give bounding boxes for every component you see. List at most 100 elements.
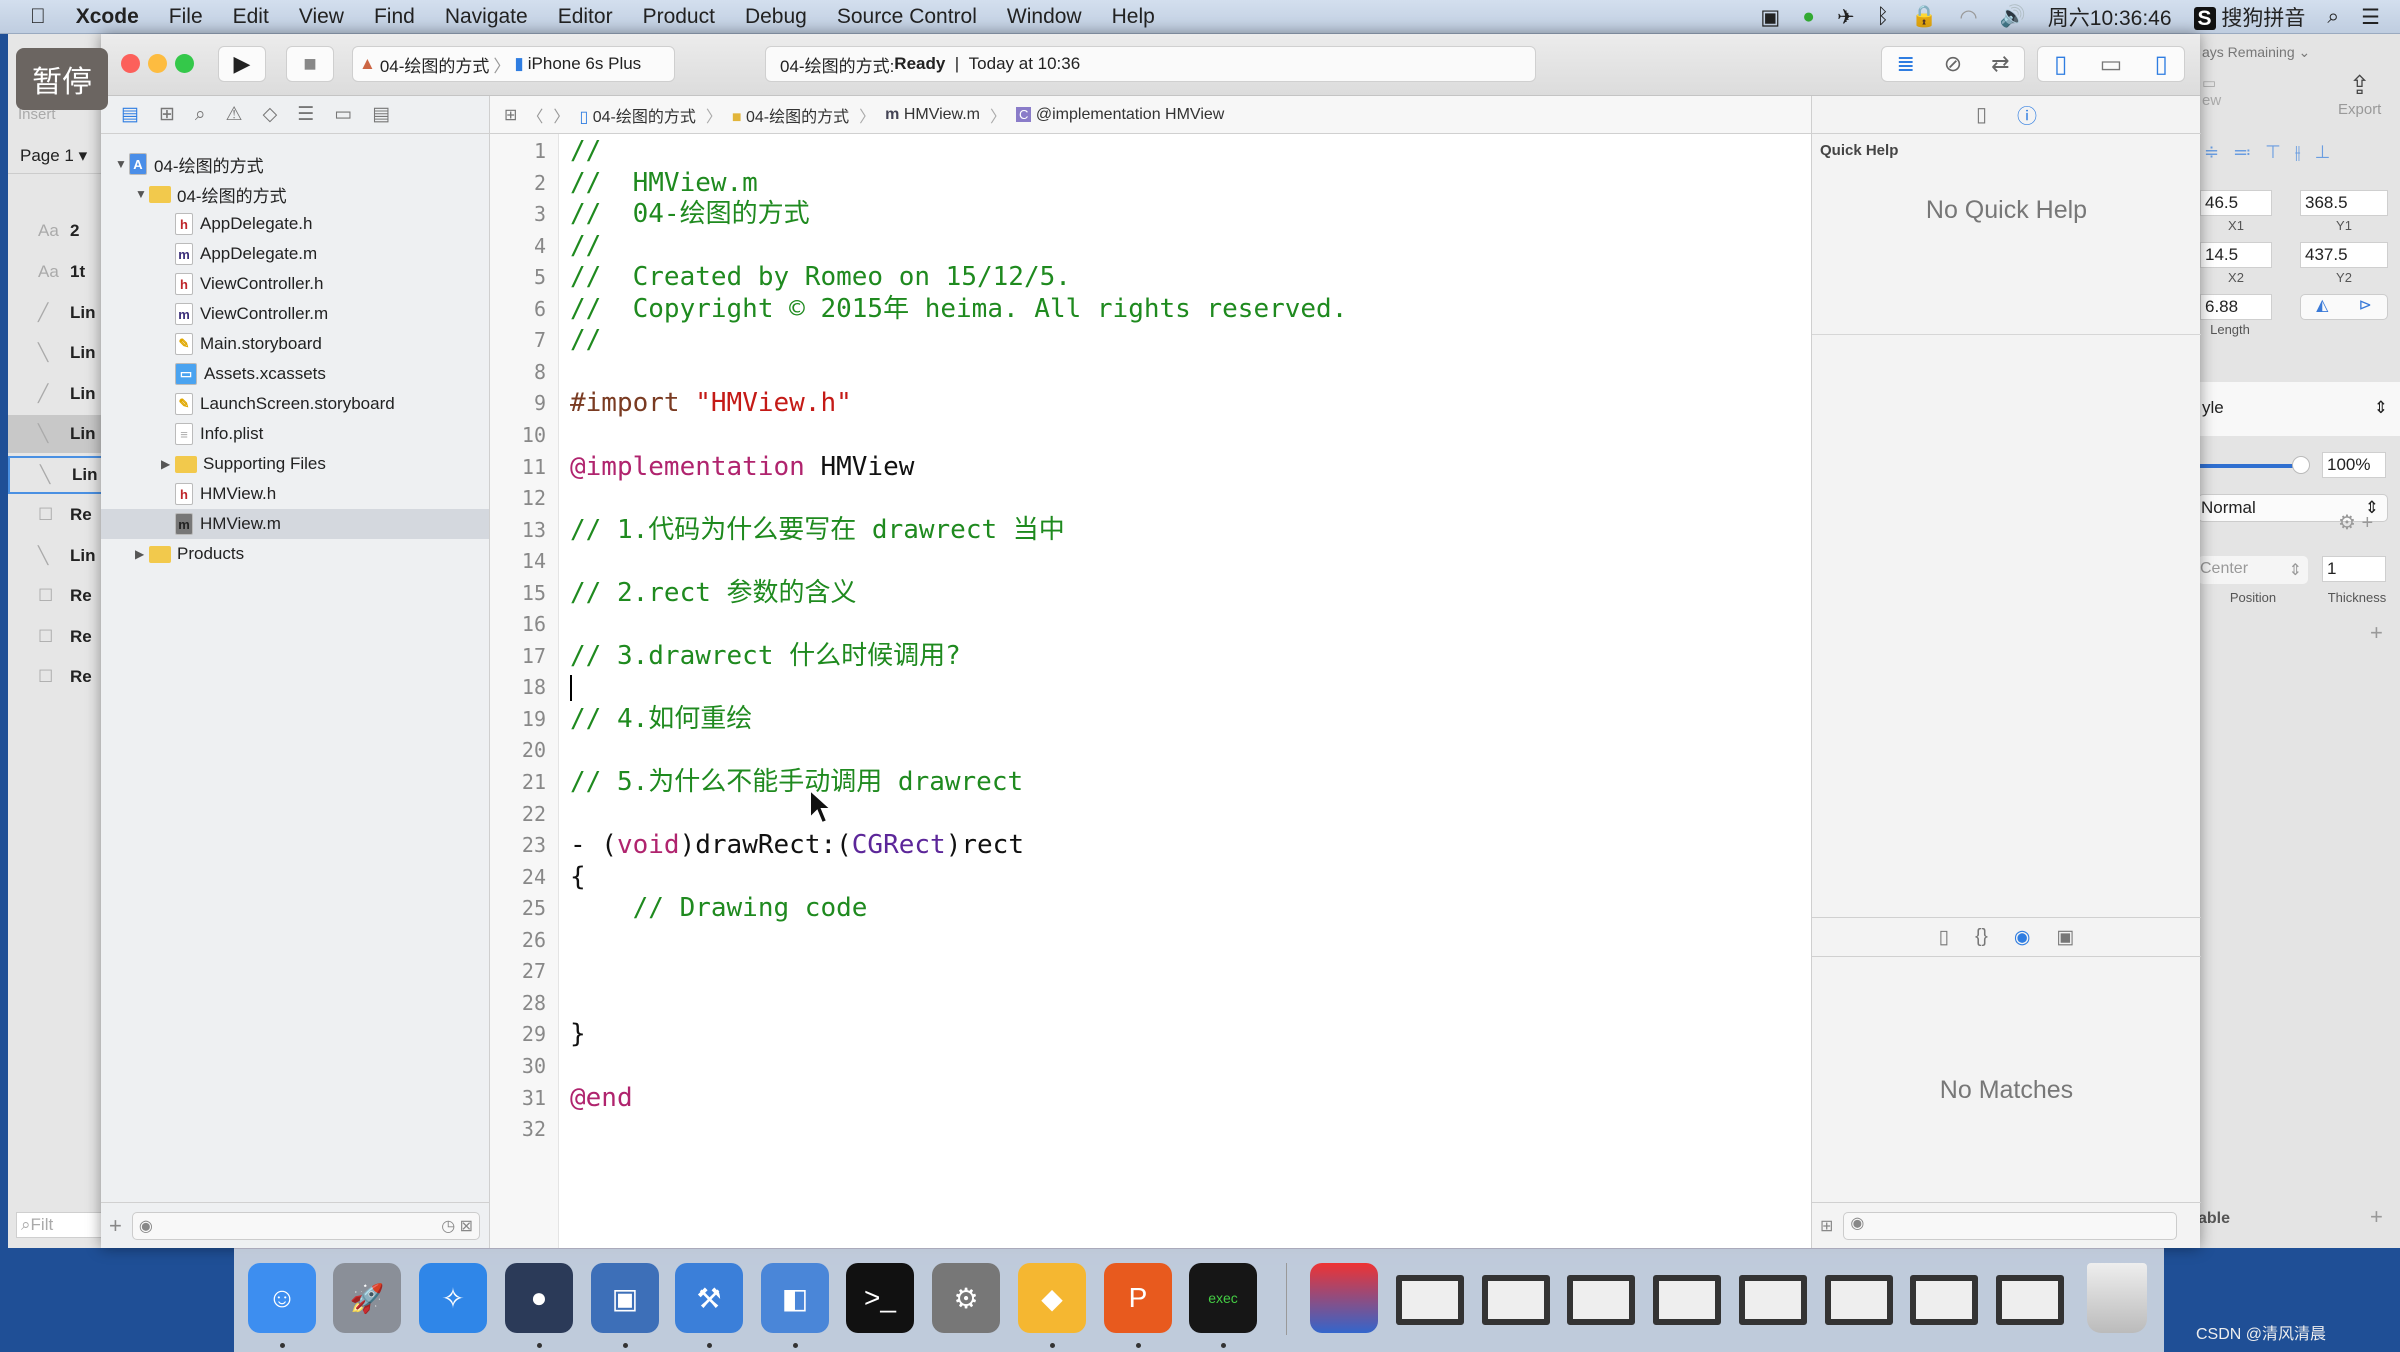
export-button[interactable]: ⇪ Export — [2338, 70, 2381, 118]
dock-safari-icon[interactable]: ✧ — [419, 1263, 487, 1333]
navigator-item[interactable]: m AppDelegate.m — [101, 239, 489, 269]
menu-view[interactable]: View — [284, 5, 359, 29]
test-navigator-icon[interactable]: ◇ — [263, 103, 278, 126]
grid-view-icon[interactable]: ⊞ — [1820, 1216, 1833, 1236]
jump-file[interactable]: m HMView.m — [885, 106, 980, 124]
dock-instruments-icon[interactable]: ◧ — [761, 1263, 829, 1333]
layer-row[interactable]: ☐ Re — [8, 658, 104, 696]
navigator-item[interactable]: ▼ A 04-绘图的方式 — [101, 149, 489, 179]
close-window-button[interactable] — [121, 54, 140, 73]
code-line[interactable]: // — [570, 136, 601, 167]
add-shadow-icon[interactable]: + — [2370, 620, 2383, 646]
opacity-slider-handle[interactable] — [2292, 456, 2310, 474]
related-items-icon[interactable]: ⊞ — [504, 105, 517, 125]
layer-row[interactable]: ╱ Lin — [8, 294, 104, 332]
code-line[interactable]: } — [570, 1019, 586, 1050]
volume-icon[interactable]: 🔊 — [2000, 5, 2026, 29]
dock-window-5-icon[interactable] — [1739, 1275, 1807, 1325]
object-library-icon[interactable]: ◉ — [2014, 926, 2031, 949]
menu-window[interactable]: Window — [992, 5, 1097, 29]
x2-field[interactable]: 14.5 — [2200, 242, 2272, 268]
disclosure-closed-icon[interactable]: ▶ — [135, 547, 149, 561]
dock-window-4-icon[interactable] — [1653, 1275, 1721, 1325]
dock-system-preferences-icon[interactable]: ⚙ — [932, 1263, 1000, 1333]
menu-file[interactable]: File — [154, 5, 218, 29]
code-line[interactable]: - (void)drawRect:(CGRect)rect — [570, 830, 1024, 861]
menu-debug[interactable]: Debug — [730, 5, 822, 29]
code-line[interactable]: // 4.如何重绘 — [570, 704, 752, 735]
dock-console-icon[interactable]: exec — [1189, 1263, 1257, 1333]
thickness-field[interactable]: 1 — [2322, 556, 2386, 582]
add-file-icon[interactable]: + — [109, 1213, 122, 1239]
spotlight-icon[interactable]: ⌕ — [2327, 5, 2339, 29]
screen-record-icon[interactable]: ▣ — [1760, 5, 1780, 30]
code-line[interactable]: @end — [570, 1083, 633, 1114]
report-navigator-icon[interactable]: ▤ — [372, 103, 390, 126]
code-line[interactable]: // Created by Romeo on 15/12/5. — [570, 262, 1071, 293]
layer-row[interactable]: ╲ Lin — [8, 415, 104, 453]
dock-terminal-icon[interactable]: >_ — [846, 1263, 914, 1333]
code-snippet-icon[interactable]: {} — [1975, 926, 1988, 948]
dock-finder-icon[interactable]: ☺ — [248, 1263, 316, 1333]
x1-field[interactable]: 46.5 — [2200, 190, 2272, 216]
dock-window-1-icon[interactable] — [1396, 1275, 1464, 1325]
code-line[interactable]: #import "HMView.h" — [570, 388, 852, 419]
scheme-selector[interactable]: ▲ 04-绘图的方式〉 ▮ iPhone 6s Plus — [352, 46, 675, 82]
code-line[interactable]: // 3.drawrect 什么时候调用? — [570, 641, 961, 672]
view-control[interactable]: ▯ ▭ ▯ — [2037, 46, 2185, 82]
navigator-item[interactable]: m HMView.m — [101, 509, 489, 539]
debug-navigator-icon[interactable]: ☰ — [297, 103, 314, 126]
code-line[interactable]: // — [570, 231, 601, 262]
code-line[interactable] — [570, 672, 572, 703]
dock-xcode-icon[interactable]: ⚒ — [675, 1263, 743, 1333]
layer-row[interactable]: ╱ Lin — [8, 375, 104, 413]
layer-row[interactable]: Aa 1t — [8, 253, 104, 291]
jump-group[interactable]: ■ 04-绘图的方式 — [732, 103, 849, 127]
page-selector[interactable]: Page 1 ▾ — [8, 136, 104, 174]
library-filter-input[interactable]: ◉ — [1843, 1211, 2178, 1240]
code-line[interactable]: { — [570, 862, 586, 893]
navigator-item[interactable]: ▼ 04-绘图的方式 — [101, 179, 489, 209]
menu-help[interactable]: Help — [1097, 5, 1170, 29]
layer-row[interactable]: Aa 2 — [8, 212, 104, 250]
file-inspector-icon[interactable]: ▯ — [1976, 102, 1987, 127]
scheme-name[interactable]: 04-绘图的方式 — [380, 52, 490, 77]
forward-button[interactable]: 〉 — [553, 103, 569, 127]
code-line[interactable]: // Copyright © 2015年 heima. All rights r… — [570, 294, 1347, 325]
navigator-item[interactable]: m ViewController.m — [101, 299, 489, 329]
find-navigator-icon[interactable]: ⌕ — [195, 104, 206, 126]
navigator-item[interactable]: h HMView.h — [101, 479, 489, 509]
jump-project[interactable]: ▯ 04-绘图的方式 — [579, 103, 695, 127]
dock-window-2-icon[interactable] — [1482, 1275, 1550, 1325]
dock-mouse-app-icon[interactable]: ● — [505, 1263, 573, 1333]
layer-row[interactable]: ☐ Re — [8, 618, 104, 656]
code-line[interactable]: // Drawing code — [570, 893, 868, 924]
dock-sketch-icon[interactable]: ◆ — [1018, 1263, 1086, 1333]
dock-video-player-icon[interactable] — [1310, 1263, 1378, 1333]
menu-find[interactable]: Find — [359, 5, 430, 29]
navigator-item[interactable]: ▶ Products — [101, 539, 489, 569]
dock-window-8-icon[interactable] — [1996, 1275, 2064, 1325]
clock[interactable]: 周六10:36:46 — [2048, 2, 2172, 32]
y1-field[interactable]: 368.5 — [2300, 190, 2388, 216]
layer-row[interactable]: ╲ Lin — [8, 334, 104, 372]
trial-label[interactable]: ays Remaining ⌄ — [2202, 44, 2310, 61]
position-select[interactable]: Center ⇕ — [2198, 556, 2308, 584]
layer-filter-input[interactable]: ⌕ Filt — [16, 1212, 106, 1238]
apple-menu-icon[interactable]:  — [0, 5, 61, 29]
navigator-item[interactable]: ✎ LaunchScreen.storyboard — [101, 389, 489, 419]
dock-launchpad-icon[interactable]: 🚀 — [333, 1263, 401, 1333]
code-line[interactable]: @implementation HMView — [570, 452, 914, 483]
length-field[interactable]: 6.88 — [2200, 294, 2272, 320]
dock-photo-booth-icon[interactable]: ▣ — [591, 1263, 659, 1333]
layer-row[interactable]: ☐ Re — [8, 496, 104, 534]
menu-edit[interactable]: Edit — [218, 5, 284, 29]
flip-buttons[interactable]: ◭ ⊳ — [2300, 294, 2388, 320]
dock-trash-icon[interactable] — [2087, 1263, 2147, 1333]
media-library-icon[interactable]: ▣ — [2056, 926, 2074, 949]
view-button[interactable]: ▭ ew — [2202, 74, 2221, 109]
menu-source-control[interactable]: Source Control — [822, 5, 992, 29]
dock-window-7-icon[interactable] — [1910, 1275, 1978, 1325]
menu-product[interactable]: Product — [628, 5, 730, 29]
file-template-icon[interactable]: ▯ — [1939, 926, 1949, 949]
